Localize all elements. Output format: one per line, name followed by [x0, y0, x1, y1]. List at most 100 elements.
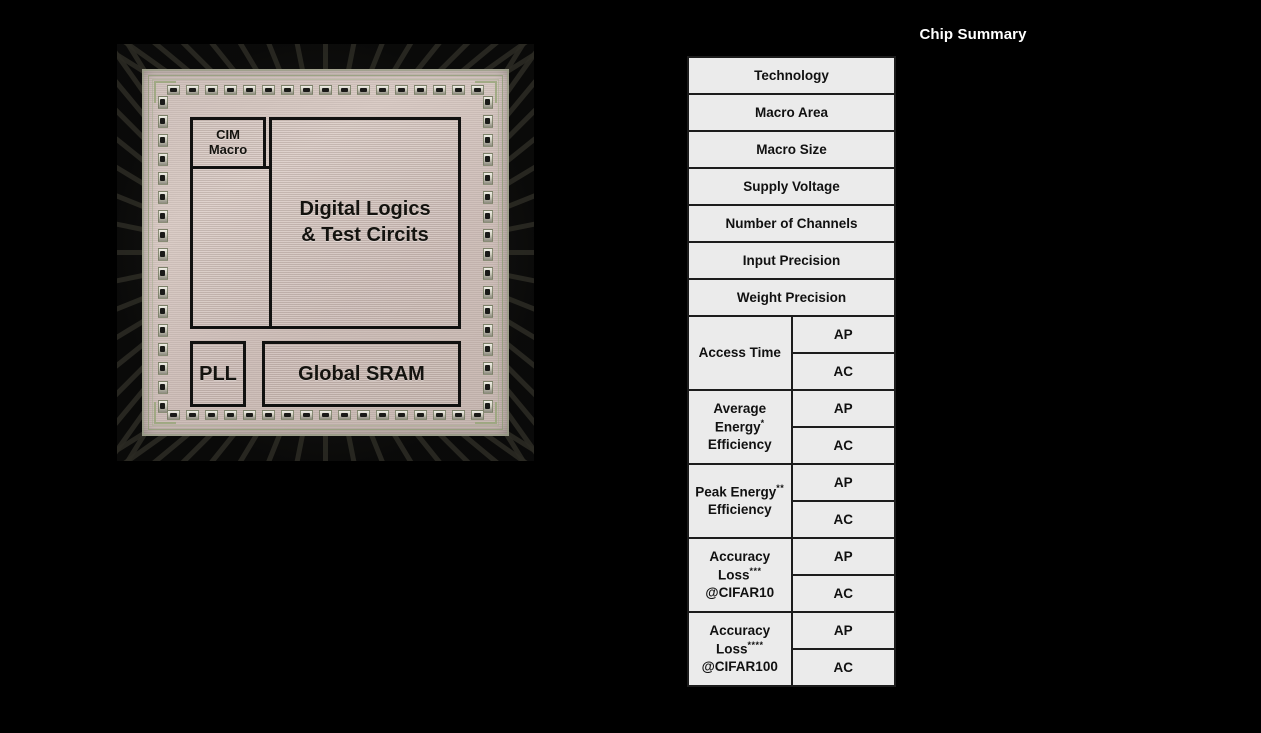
summary-mode-cell: AP — [790, 537, 896, 576]
bond-pad — [300, 410, 313, 420]
die-core-area: CIM Macro Digital Logics & Test Circits … — [190, 117, 461, 407]
summary-row-label: Weight Precision — [687, 278, 896, 317]
cim-macro-label-line2: Macro — [208, 142, 248, 157]
bond-pad — [483, 171, 493, 185]
bond-pad — [357, 410, 370, 420]
bond-pad — [262, 410, 275, 420]
bond-pad — [414, 410, 427, 420]
bond-pad — [483, 133, 493, 147]
bond-pad — [483, 95, 493, 109]
bond-pad — [319, 410, 332, 420]
summary-row-label: Macro Size — [687, 130, 896, 169]
summary-row: Number of Channels — [687, 204, 896, 243]
bond-pad — [243, 85, 256, 95]
bond-pad — [483, 361, 493, 375]
summary-row: Peak Energy** Efficiency AP — [687, 463, 896, 539]
bond-pad — [300, 85, 313, 95]
summary-row: Macro Size — [687, 130, 896, 169]
bond-pad — [186, 410, 199, 420]
summary-row-label: Macro Area — [687, 93, 896, 132]
bond-pad — [483, 114, 493, 128]
bond-pad — [158, 342, 168, 356]
summary-row-label: Average Energy* Efficiency — [687, 389, 793, 465]
bond-pad — [224, 410, 237, 420]
bond-pad — [395, 85, 408, 95]
digital-label-line2: & Test Circits — [301, 224, 429, 246]
bond-pad — [433, 410, 446, 420]
summary-row: Access Time AP — [687, 315, 896, 391]
summary-row-label: Supply Voltage — [687, 167, 896, 206]
bond-pad — [205, 85, 218, 95]
bond-pad — [158, 361, 168, 375]
bond-pad — [158, 285, 168, 299]
summary-row-footnote-marker: *** — [749, 565, 762, 576]
bond-pad — [205, 410, 218, 420]
summary-mode-cell: AP — [790, 463, 896, 502]
bond-pad — [158, 304, 168, 318]
bond-pad — [281, 410, 294, 420]
bond-pad — [483, 209, 493, 223]
bond-pad — [158, 171, 168, 185]
summary-mode-cell: AC — [790, 352, 896, 391]
summary-row: Accuracy Loss**** @CIFAR100 AP — [687, 611, 896, 687]
bond-pad — [483, 380, 493, 394]
summary-row-label: Access Time — [687, 315, 793, 391]
summary-row-footnote-marker: * — [760, 417, 765, 428]
bond-pad — [158, 323, 168, 337]
bond-pad — [376, 410, 389, 420]
summary-row-label-line1: Average Energy — [713, 401, 767, 435]
bond-pad — [357, 85, 370, 95]
summary-row-label-line1: Peak Energy — [695, 484, 777, 500]
bond-pad — [158, 95, 168, 109]
summary-row: Average Energy* Efficiency AP — [687, 389, 896, 465]
chip-summary-title: Chip Summary — [919, 26, 1027, 43]
summary-row-label-line2: Efficiency — [707, 437, 772, 453]
summary-row-label-line2: @CIFAR100 — [701, 659, 778, 675]
summary-row-label-line1: Access Time — [698, 345, 781, 361]
summary-row-label: Number of Channels — [687, 204, 896, 243]
bond-pad — [483, 228, 493, 242]
summary-row-label: Peak Energy** Efficiency — [687, 463, 793, 539]
global-sram-label: Global SRAM — [298, 362, 425, 385]
bond-pad — [483, 247, 493, 261]
bond-pad — [483, 190, 493, 204]
summary-row-footnote-marker: **** — [747, 639, 764, 650]
bond-pad — [433, 85, 446, 95]
bond-pad — [414, 85, 427, 95]
bond-pad — [158, 152, 168, 166]
summary-row-label-line2: Efficiency — [707, 502, 772, 518]
bond-pad — [395, 410, 408, 420]
chip-die-photo: CIM Macro Digital Logics & Test Circits … — [117, 44, 534, 461]
summary-row-label-line2: @CIFAR10 — [705, 585, 775, 601]
bond-pad — [483, 285, 493, 299]
bond-pad — [483, 342, 493, 356]
summary-row: Accuracy Loss*** @CIFAR10 AP — [687, 537, 896, 613]
die-block-digital-logics: Digital Logics & Test Circits — [269, 117, 461, 329]
bond-pad — [483, 304, 493, 318]
summary-row: Macro Area — [687, 93, 896, 132]
bond-pad — [158, 247, 168, 261]
bond-pad — [243, 410, 256, 420]
chip-summary-table-body: Technology Macro Area Macro Size Supply Vol… — [687, 56, 896, 687]
bond-pad — [158, 399, 168, 413]
digital-logics-extension — [190, 166, 272, 329]
bond-pad — [483, 266, 493, 280]
bond-pad — [338, 85, 351, 95]
pll-label: PLL — [199, 362, 237, 385]
summary-row-label: Technology — [687, 56, 896, 95]
die-block-global-sram: Global SRAM — [262, 341, 461, 407]
chip-summary-table: Technology Macro Area Macro Size Supply Vol… — [687, 56, 896, 687]
bond-pad — [452, 85, 465, 95]
bond-pad — [319, 85, 332, 95]
cim-macro-label-line1: CIM — [216, 127, 240, 143]
summary-row: Supply Voltage — [687, 167, 896, 206]
bond-pad — [376, 85, 389, 95]
bond-pad — [262, 85, 275, 95]
bond-pad — [158, 209, 168, 223]
summary-mode-cell: AC — [790, 426, 896, 465]
summary-mode-cell: AP — [790, 611, 896, 650]
summary-mode-cell: AC — [790, 500, 896, 539]
summary-mode-cell: AC — [790, 648, 896, 687]
summary-row-label: Input Precision — [687, 241, 896, 280]
bond-pad — [167, 85, 180, 95]
